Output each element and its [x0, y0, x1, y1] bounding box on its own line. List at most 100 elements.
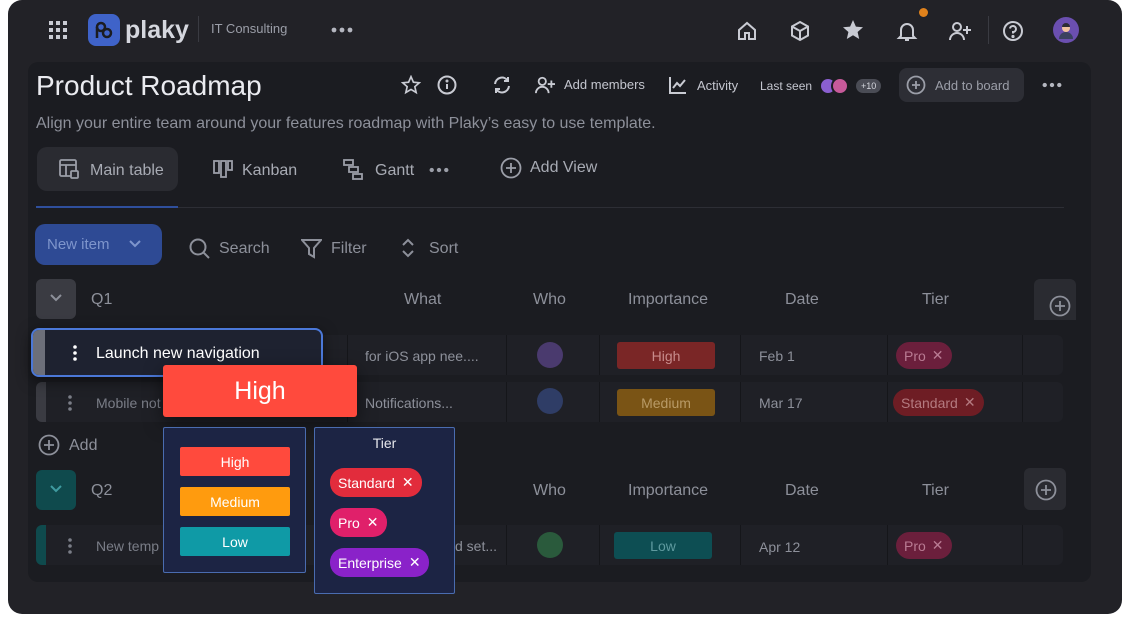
active-tab-indicator	[36, 206, 178, 208]
importance-cell[interactable]: Low	[614, 532, 712, 559]
column-header-date[interactable]: Date	[785, 482, 819, 500]
drag-handle-icon[interactable]	[71, 344, 79, 362]
divider	[198, 16, 199, 42]
item-name[interactable]: New temp	[96, 538, 159, 554]
what-cell[interactable]: Notifications...	[365, 395, 453, 411]
tier-option-pro[interactable]: Pro ✕	[330, 508, 387, 537]
importance-cell[interactable]: High	[617, 342, 715, 369]
more-icon[interactable]	[330, 22, 354, 38]
tier-option-enterprise[interactable]: Enterprise ✕	[330, 548, 429, 577]
column-header-date[interactable]: Date	[785, 291, 819, 309]
more-icon[interactable]	[428, 166, 450, 174]
page-title: Product Roadmap	[36, 70, 262, 101]
sort-icon[interactable]	[399, 237, 417, 259]
grid-icon[interactable]	[48, 20, 68, 40]
what-cell[interactable]: for iOS app nee....	[365, 348, 479, 364]
item-name[interactable]: Mobile not	[96, 395, 161, 411]
tab-gantt[interactable]: Gantt	[375, 162, 414, 180]
chevron-down-icon	[49, 483, 63, 495]
what-cell[interactable]: d set...	[455, 538, 497, 554]
chevron-down-icon	[49, 292, 63, 304]
last-seen-label: Last seen	[760, 79, 813, 93]
item-name[interactable]: Launch new navigation	[96, 345, 260, 363]
importance-option-high[interactable]: High	[180, 447, 290, 476]
tab-kanban[interactable]: Kanban	[242, 162, 297, 180]
bell-icon[interactable]	[895, 19, 919, 43]
add-user-icon[interactable]	[948, 19, 972, 43]
importance-drag-badge[interactable]: High	[163, 365, 357, 417]
drag-handle-icon[interactable]	[66, 394, 74, 412]
avatar[interactable]	[1053, 17, 1079, 43]
box-icon[interactable]	[788, 19, 812, 43]
drag-handle-icon[interactable]	[66, 537, 74, 555]
tier-tag-label: Pro	[904, 347, 926, 364]
gantt-icon[interactable]	[342, 158, 364, 180]
remove-icon[interactable]: ✕	[402, 474, 414, 491]
home-icon[interactable]	[735, 19, 759, 43]
workspace-name[interactable]: IT Consulting	[211, 21, 287, 36]
avatar[interactable]	[537, 532, 563, 558]
info-icon[interactable]	[436, 74, 458, 96]
row-color-bar	[36, 382, 46, 422]
chevron-down-icon[interactable]	[128, 238, 142, 250]
plus-circle-icon[interactable]	[38, 434, 60, 456]
activity-icon[interactable]	[667, 74, 689, 96]
avatar[interactable]	[537, 388, 563, 414]
tier-tag[interactable]: Pro ✕	[896, 532, 952, 559]
tier-tag[interactable]: Standard ✕	[893, 389, 984, 416]
board-description: Align your entire team around your featu…	[36, 115, 656, 132]
tier-option-standard[interactable]: Standard ✕	[330, 468, 422, 497]
more-icon[interactable]	[1041, 80, 1063, 90]
tier-dropdown-title: Tier	[372, 435, 397, 451]
table-icon	[58, 158, 80, 180]
add-members-icon[interactable]	[534, 74, 556, 96]
tier-option-label: Pro	[338, 514, 360, 531]
column-header-tier[interactable]: Tier	[922, 482, 949, 500]
group-title[interactable]: Q2	[91, 482, 112, 500]
add-item-button[interactable]: Add	[69, 437, 97, 455]
date-cell[interactable]: Apr 12	[759, 539, 800, 555]
kanban-icon[interactable]	[212, 158, 234, 180]
avatar	[831, 77, 849, 95]
importance-option-medium[interactable]: Medium	[180, 487, 290, 516]
column-header-who[interactable]: Who	[533, 291, 566, 309]
add-members-button[interactable]: Add members	[564, 77, 645, 92]
tier-option-label: Standard	[338, 474, 395, 491]
divider	[988, 16, 989, 44]
plus-circle-icon	[1034, 478, 1058, 502]
importance-cell[interactable]: Medium	[617, 389, 715, 416]
plus-circle-icon[interactable]	[499, 156, 523, 180]
column-header-tier[interactable]: Tier	[922, 291, 949, 309]
tier-option-label: Enterprise	[338, 554, 402, 571]
importance-option-low[interactable]: Low	[180, 527, 290, 556]
remove-icon[interactable]: ✕	[932, 537, 944, 554]
remove-icon[interactable]: ✕	[367, 514, 379, 531]
filter-button[interactable]: Filter	[331, 240, 367, 258]
search-button[interactable]: Search	[219, 240, 270, 258]
plus-circle-icon	[906, 75, 926, 95]
group-title[interactable]: Q1	[91, 291, 112, 309]
remove-icon[interactable]: ✕	[409, 554, 421, 571]
date-cell[interactable]: Mar 17	[759, 395, 803, 411]
favorite-star-icon[interactable]	[400, 74, 422, 96]
star-icon[interactable]	[841, 18, 865, 42]
row-color-bar	[33, 330, 45, 375]
remove-icon[interactable]: ✕	[964, 394, 976, 411]
add-view-button[interactable]: Add View	[530, 159, 597, 177]
column-header-who[interactable]: Who	[533, 482, 566, 500]
remove-icon[interactable]: ✕	[932, 347, 944, 364]
column-header-what[interactable]: What	[404, 291, 441, 309]
search-icon[interactable]	[188, 237, 210, 259]
column-header-importance[interactable]: Importance	[628, 482, 708, 500]
help-icon[interactable]	[1001, 19, 1025, 43]
sync-icon[interactable]	[491, 74, 513, 96]
plus-circle-icon	[1048, 294, 1072, 318]
plaky-logo-icon[interactable]	[88, 14, 120, 46]
sort-button[interactable]: Sort	[429, 240, 458, 258]
column-header-importance[interactable]: Importance	[628, 291, 708, 309]
activity-button[interactable]: Activity	[697, 78, 738, 93]
tier-tag[interactable]: Pro ✕	[896, 342, 952, 369]
avatar[interactable]	[537, 342, 563, 368]
date-cell[interactable]: Feb 1	[759, 348, 795, 364]
filter-icon[interactable]	[300, 237, 322, 259]
